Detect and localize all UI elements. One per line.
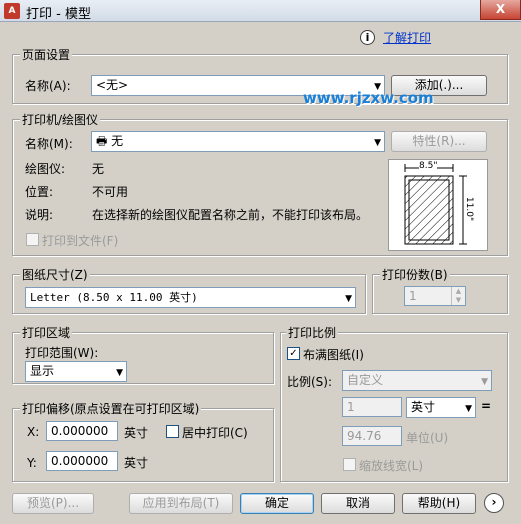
offset-y-unit: 英寸 bbox=[124, 456, 149, 470]
printer-name-value: 无 bbox=[111, 134, 124, 148]
autocad-app-icon: A bbox=[4, 3, 20, 19]
printer-group-title: 打印机/绘图仪 bbox=[20, 111, 101, 128]
scale-unit-label: 单位(U) bbox=[406, 431, 449, 445]
help-button[interactable]: 帮助(H) bbox=[402, 493, 476, 514]
description-value: 在选择新的绘图仪配置名称之前，不能打印该布局。 bbox=[92, 208, 369, 222]
chevron-down-icon: ▼ bbox=[345, 294, 352, 304]
offset-x-input[interactable]: 0.000000 bbox=[46, 421, 118, 441]
location-value: 不可用 bbox=[92, 185, 129, 199]
scale-unit-value: 英寸 bbox=[411, 400, 436, 414]
preview-height-label: 11.0" bbox=[464, 196, 475, 222]
printer-name-label: 名称(M): bbox=[25, 137, 73, 151]
scale-lineweights-checkbox[interactable] bbox=[343, 458, 356, 471]
copies-spinner[interactable]: ▲ ▼ bbox=[451, 287, 465, 305]
location-label: 位置: bbox=[25, 185, 54, 199]
title-bar: A 打印 - 模型 X bbox=[0, 0, 521, 22]
plot-offset-title: 打印偏移(原点设置在可打印区域) bbox=[20, 400, 202, 417]
plot-area-title: 打印区域 bbox=[20, 324, 73, 341]
printer-name-combo[interactable]: 🖶 无 ▼ bbox=[91, 131, 385, 152]
plot-range-value: 显示 bbox=[30, 364, 55, 378]
copies-title: 打印份数(B) bbox=[380, 266, 450, 283]
scale-numerator-input[interactable]: 1 bbox=[342, 397, 402, 417]
watermark-text: www.rjzxw.com bbox=[303, 89, 434, 107]
description-label: 说明: bbox=[25, 208, 54, 222]
plot-range-combo[interactable]: 显示 ▼ bbox=[25, 361, 127, 382]
paper-size-combo[interactable]: Letter (8.50 x 11.00 英寸) ▼ bbox=[25, 287, 356, 308]
page-setup-title: 页面设置 bbox=[20, 46, 73, 63]
scale-value: 自定义 bbox=[347, 373, 384, 387]
window-title: 打印 - 模型 bbox=[26, 7, 91, 22]
paper-preview: 8.5" 11.0" bbox=[388, 159, 488, 251]
cancel-button[interactable]: 取消 bbox=[321, 493, 395, 514]
scale-denominator-input[interactable]: 94.76 bbox=[342, 426, 402, 446]
offset-y-input[interactable]: 0.000000 bbox=[46, 451, 118, 471]
scale-lineweights-label: 缩放线宽(L) bbox=[359, 459, 424, 473]
info-icon: i bbox=[360, 30, 375, 45]
fit-to-paper-checkbox[interactable]: ✓ bbox=[287, 347, 300, 360]
chevron-down-icon: ▼ bbox=[116, 368, 123, 378]
paper-size-value: Letter (8.50 x 11.00 英寸) bbox=[30, 291, 198, 304]
chevron-down-icon: ▼ bbox=[481, 377, 488, 387]
plot-range-label: 打印范围(W): bbox=[25, 346, 99, 360]
scale-unit-combo[interactable]: 英寸 ▼ bbox=[406, 397, 476, 418]
fit-to-paper-label: 布满图纸(I) bbox=[303, 348, 364, 362]
chevron-down-icon: ▼ bbox=[465, 404, 472, 414]
plotter-label: 绘图仪: bbox=[25, 162, 66, 176]
preview-button[interactable]: 预览(P)... bbox=[12, 493, 94, 514]
offset-x-label: X: bbox=[27, 425, 40, 439]
plot-scale-title: 打印比例 bbox=[286, 324, 339, 341]
printer-icon: 🖶 bbox=[96, 134, 112, 148]
ok-button[interactable]: 确定 bbox=[240, 493, 314, 514]
learn-printing-link[interactable]: 了解打印 bbox=[383, 29, 431, 46]
equals-sign: = bbox=[481, 399, 492, 413]
preview-width-label: 8.5" bbox=[419, 161, 438, 171]
scale-label: 比例(S): bbox=[287, 375, 333, 389]
plotter-value: 无 bbox=[92, 162, 105, 176]
scale-combo[interactable]: 自定义 ▼ bbox=[342, 370, 492, 391]
close-button[interactable]: X bbox=[480, 0, 521, 20]
offset-y-label: Y: bbox=[27, 456, 37, 470]
center-plot-label: 居中打印(C) bbox=[182, 426, 248, 440]
offset-x-unit: 英寸 bbox=[124, 426, 149, 440]
expand-dialog-button[interactable]: › bbox=[484, 493, 504, 513]
apply-to-layout-button[interactable]: 应用到布局(T) bbox=[129, 493, 233, 514]
center-plot-checkbox[interactable] bbox=[166, 425, 179, 438]
paper-size-title: 图纸尺寸(Z) bbox=[20, 266, 90, 283]
printer-properties-button[interactable]: 特性(R)... bbox=[391, 131, 487, 152]
page-setup-name-label: 名称(A): bbox=[25, 79, 71, 93]
print-to-file-checkbox[interactable] bbox=[26, 233, 39, 246]
page-setup-name-value: <无> bbox=[96, 78, 129, 92]
chevron-down-icon: ▼ bbox=[374, 138, 381, 148]
print-to-file-label: 打印到文件(F) bbox=[42, 234, 119, 248]
